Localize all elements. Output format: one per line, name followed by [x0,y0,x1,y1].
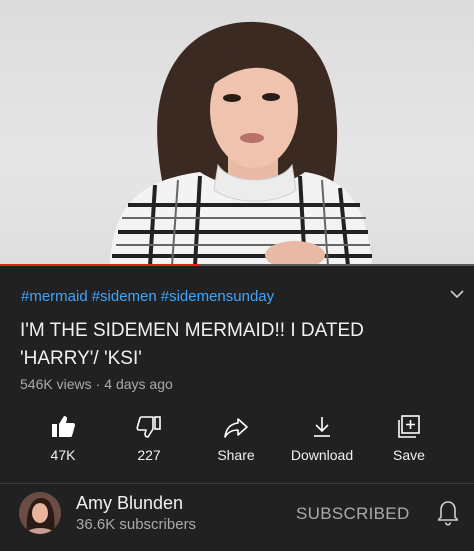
hashtag-link[interactable]: #sidemensunday [161,288,274,305]
video-title[interactable]: I'M THE SIDEMEN MERMAID!! I DATED 'HARRY… [20,317,440,373]
video-progress-bar[interactable] [0,264,474,266]
channel-avatar[interactable] [19,492,61,534]
avatar-image [19,492,61,534]
download-label: Download [290,447,354,463]
channel-row: Amy Blunden 36.6K subscribers SUBSCRIBED [0,484,474,551]
subscriber-count: 36.6K subscribers [76,516,197,533]
channel-name[interactable]: Amy Blunden [76,493,183,514]
video-frame [110,21,372,266]
like-count: 47K [50,447,76,463]
dislike-count: 227 [137,447,161,463]
share-arrow-icon [224,418,248,438]
like-button[interactable]: 47K [18,409,108,469]
download-icon [314,417,330,437]
bell-icon[interactable] [436,499,460,527]
view-count: 546K views [20,376,92,392]
hashtag-link[interactable]: #sidemen [92,288,157,305]
video-player[interactable] [0,0,474,266]
video-progress-fill [0,264,200,266]
hashtag-row: #mermaid #sidemen #sidemensunday [21,288,278,305]
save-label: Save [393,447,425,463]
hashtag-link[interactable]: #mermaid [21,288,88,305]
save-button[interactable]: Save [364,409,454,469]
download-button[interactable]: Download [277,409,367,469]
meta-separator: · [95,376,101,392]
thumbs-down-icon [136,416,161,438]
video-meta: 546K views · 4 days ago [20,376,173,392]
upload-age: 4 days ago [104,376,173,392]
share-label: Share [217,447,255,463]
action-bar: 47K 227 Share Download Save [0,409,474,469]
add-to-playlist-icon [398,415,420,438]
chevron-down-icon[interactable] [448,287,466,301]
thumbs-up-filled-icon [52,416,75,437]
dislike-button[interactable]: 227 [104,409,194,469]
subscribed-button[interactable]: SUBSCRIBED [296,504,410,524]
share-button[interactable]: Share [191,409,281,469]
video-info-panel: #mermaid #sidemen #sidemensunday I'M THE S… [0,267,474,551]
